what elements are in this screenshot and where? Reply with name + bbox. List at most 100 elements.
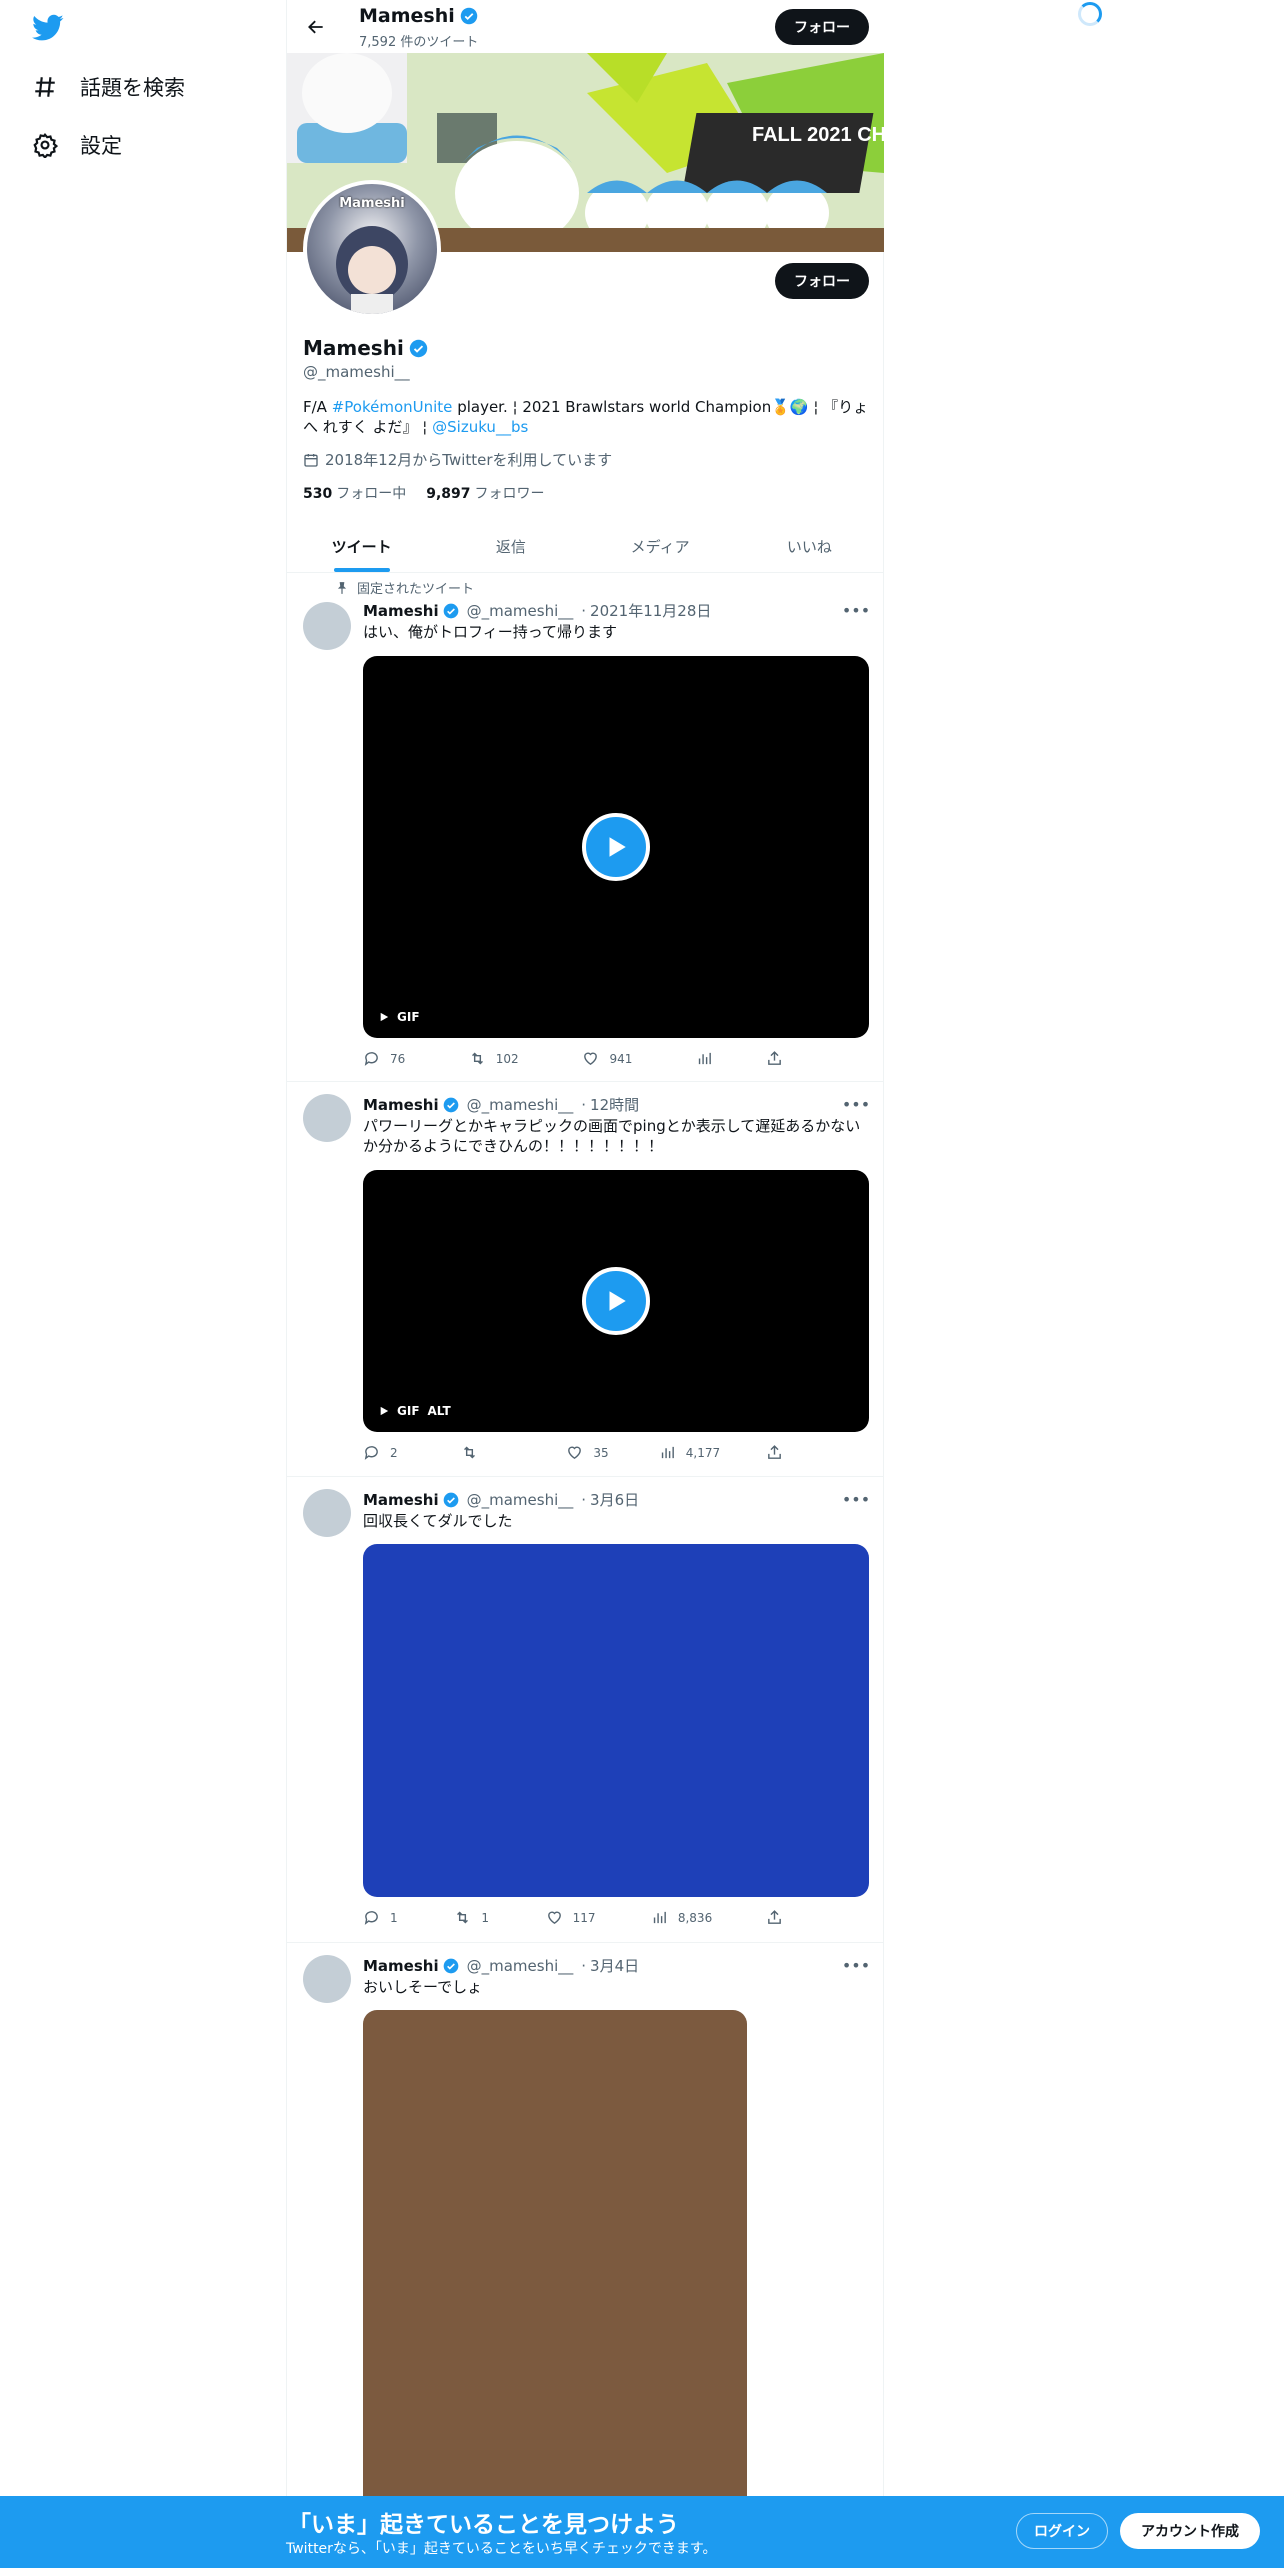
nav-item-settings[interactable]: 設定 (32, 130, 122, 160)
followers-link[interactable]: 9,897 フォロワー (426, 483, 544, 503)
share-icon (768, 1445, 781, 1459)
tweet-avatar[interactable] (303, 1955, 351, 2003)
play-button[interactable] (582, 1267, 650, 1335)
like-button[interactable]: 117 (546, 1909, 651, 1926)
heart-icon (568, 1446, 582, 1460)
verified-badge-icon (443, 603, 458, 618)
hashtag-icon (35, 77, 55, 97)
gear-icon (33, 132, 58, 158)
arrow-left-icon (308, 20, 323, 34)
bio-mention-link[interactable]: @Sizuku__bs (432, 418, 528, 436)
play-icon (609, 1291, 626, 1311)
reply-button[interactable]: 1 (363, 1909, 454, 1926)
tweet[interactable]: Mameshi @_mameshi__ · 2021年11月28日 ••• はい… (287, 600, 884, 1082)
like-button[interactable]: 35 (566, 1444, 658, 1461)
loading-spinner-icon (1078, 2, 1102, 26)
nav-item-label: 設定 (80, 134, 122, 158)
profile-handle: @_mameshi__ (303, 363, 410, 381)
header-follow-button[interactable]: フォロー (775, 9, 869, 45)
retweet-button[interactable] (461, 1444, 566, 1461)
tweet-actions: 2 35 4,177 (363, 1444, 783, 1461)
tweet[interactable]: Mameshi @_mameshi__ · 3月6日 ••• 回収長くてダルでし… (287, 1477, 884, 1943)
heart-icon (547, 1911, 561, 1925)
pin-icon (337, 581, 347, 594)
more-options-icon[interactable]: ••• (842, 600, 870, 620)
more-options-icon[interactable]: ••• (842, 1489, 870, 1509)
verified-badge-icon (443, 1492, 458, 1507)
tweet[interactable]: Mameshi @_mameshi__ · 3月4日 ••• おいしそーでしょ (287, 1943, 884, 2510)
retweet-button[interactable]: 102 (469, 1050, 583, 1067)
tweet-video[interactable]: GIF (363, 656, 869, 1038)
tweet-time[interactable]: 3月4日 (590, 1955, 639, 1976)
tweet-time[interactable]: 12時間 (590, 1094, 639, 1115)
tweet-text: 回収長くてダルでした (363, 1512, 513, 1530)
profile-column: Mameshi 7,592 件のツイート フォロー FALL 2021 CHAM… (286, 0, 884, 2568)
gif-badge: GIF ALT (379, 1404, 451, 1418)
share-icon (768, 1910, 781, 1924)
profile-name: Mameshi (303, 336, 428, 360)
tweet-avatar[interactable] (303, 1094, 351, 1142)
tweet-header: Mameshi @_mameshi__ · 2021年11月28日 (363, 600, 712, 621)
tweet-text: おいしそーでしょ (363, 1978, 483, 1996)
header-name: Mameshi (359, 5, 478, 27)
verified-badge-icon (443, 1097, 458, 1112)
more-options-icon[interactable]: ••• (842, 1094, 870, 1114)
tweet-image[interactable] (363, 1544, 869, 1897)
profile-bio: F/A #PokémonUnite player. ¦ 2021 Brawlst… (303, 398, 869, 436)
share-button[interactable] (766, 1444, 783, 1461)
verified-badge-icon (409, 339, 428, 357)
more-options-icon[interactable]: ••• (842, 1955, 870, 1975)
like-button[interactable]: 941 (582, 1050, 696, 1067)
nav-item-label: 話題を検索 (80, 76, 185, 100)
share-button[interactable] (766, 1909, 783, 1926)
signup-button[interactable]: アカウント作成 (1120, 2513, 1260, 2549)
follow-stats: 530 フォロー中 9,897 フォロワー (303, 483, 545, 503)
avatar-illustration (336, 226, 408, 314)
header-tweet-count: 7,592 件のツイート (359, 35, 479, 50)
pinned-label: 固定されたツイート (335, 578, 474, 597)
reply-button[interactable]: 76 (363, 1050, 469, 1067)
following-link[interactable]: 530 フォロー中 (303, 483, 406, 503)
tweet-header: Mameshi @_mameshi__ · 12時間 (363, 1094, 640, 1115)
profile-header-bar: Mameshi 7,592 件のツイート フォロー (287, 0, 884, 53)
share-icon (768, 1051, 781, 1065)
bottom-bar-title: 「いま」起きていることを見つけよう (288, 2512, 679, 2538)
tweet[interactable]: Mameshi @_mameshi__ · 12時間 ••• パワーリーグとかキ… (287, 1082, 884, 1477)
share-button[interactable] (766, 1050, 783, 1067)
login-button[interactable]: ログイン (1016, 2513, 1108, 2549)
tweet-video[interactable]: GIF ALT (363, 1170, 869, 1432)
gif-badge: GIF (379, 1010, 420, 1024)
twitter-logo-icon[interactable] (32, 14, 64, 42)
follow-button[interactable]: フォロー (775, 263, 869, 299)
reply-icon (364, 1446, 378, 1460)
reply-icon (364, 1911, 378, 1925)
views-button[interactable]: 4,177 (659, 1444, 766, 1461)
tweet-text: パワーリーグとかキャラピックの画面でpingとか表示して遅延あるかないか分かるよ… (363, 1117, 861, 1155)
tweet-time[interactable]: 2021年11月28日 (590, 600, 711, 621)
views-button[interactable]: 8,836 (651, 1909, 766, 1926)
play-small-icon (380, 1012, 389, 1022)
tweet-header: Mameshi @_mameshi__ · 3月4日 (363, 1955, 640, 1976)
nav-item-explore[interactable]: 話題を検索 (32, 72, 185, 102)
reply-button[interactable]: 2 (363, 1444, 461, 1461)
tab-tweets[interactable]: ツイート (287, 520, 436, 572)
signup-prompt-bar: 「いま」起きていることを見つけよう Twitterなら、「いま」起きていることを… (0, 2496, 1284, 2568)
tweet-avatar[interactable] (303, 1489, 351, 1537)
bio-hashtag-link[interactable]: #PokémonUnite (332, 398, 453, 416)
profile-avatar[interactable]: Mameshi (303, 180, 441, 318)
tweet-avatar[interactable] (303, 602, 351, 650)
views-button[interactable] (696, 1050, 766, 1067)
banner-text: FALL 2021 CHAMPION (752, 124, 884, 146)
back-button[interactable] (301, 12, 331, 42)
tweet-actions: 1 1 117 8,836 (363, 1909, 783, 1926)
tab-media[interactable]: メディア (586, 520, 735, 572)
retweet-button[interactable]: 1 (454, 1909, 545, 1926)
views-chart-icon (699, 1052, 712, 1065)
views-chart-icon (661, 1446, 674, 1459)
tweet-time[interactable]: 3月6日 (590, 1489, 639, 1510)
tweet-image[interactable] (363, 2010, 747, 2510)
play-button[interactable] (582, 813, 650, 881)
tab-likes[interactable]: いいね (735, 520, 884, 572)
tab-replies[interactable]: 返信 (436, 520, 585, 572)
alt-badge[interactable]: ALT (428, 1404, 451, 1418)
